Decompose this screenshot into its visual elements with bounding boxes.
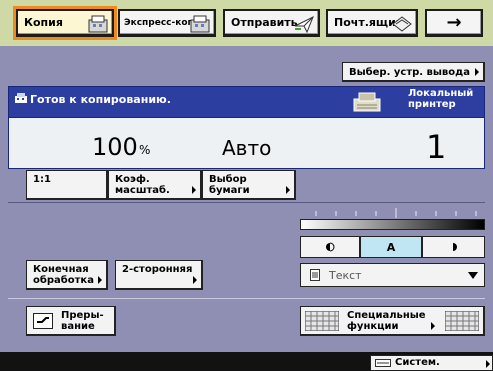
status-message: Готов к копированию. [30, 93, 171, 106]
divider [8, 202, 485, 203]
one-to-one-button[interactable]: 1:1 [26, 170, 108, 200]
interrupt-label-line1: Преры- [61, 310, 104, 321]
special-features-button[interactable]: Специальные функции [300, 306, 485, 336]
tab-express-copy[interactable]: Экспресс-коп. [118, 9, 216, 37]
tab-mailbox[interactable]: Почт.ящик [326, 9, 418, 37]
printer-name-line1: Локальный [408, 88, 474, 99]
system-monitor-button[interactable]: Систем. монитор [370, 355, 493, 371]
finishing-label-line2: обработка [33, 275, 94, 286]
monitor-icon [375, 359, 391, 367]
zoom-ratio-label-line1: Коэф. [115, 174, 150, 185]
tab-express-copy-label: Экспресс-коп. [124, 17, 198, 28]
interrupt-button[interactable]: Преры- вание [26, 306, 116, 336]
tab-next[interactable]: → [425, 9, 483, 37]
duplex-button[interactable]: 2-сторонняя [115, 260, 203, 290]
paper-size-value: Авто [222, 136, 272, 160]
chevron-right-icon [486, 360, 490, 368]
chevron-right-icon [286, 186, 290, 194]
document-icon [310, 269, 320, 281]
chevron-right-icon [475, 68, 479, 76]
tab-copy-label: Копия [24, 16, 63, 29]
density-auto-button[interactable]: A [360, 236, 422, 258]
paper-select-button[interactable]: Выбор бумаги [202, 170, 296, 200]
original-type-value: Текст [329, 268, 362, 282]
printer-icon [353, 92, 381, 112]
chevron-right-icon [431, 322, 435, 330]
finishing-label-line1: Конечная [33, 264, 89, 275]
paper-plane-icon [294, 15, 314, 34]
darker-icon [452, 243, 457, 251]
tab-copy[interactable]: Копия [13, 6, 117, 40]
copy-count-value: 1 [426, 128, 447, 166]
paper-select-label-line1: Выбор [209, 174, 247, 185]
one-to-one-label: 1:1 [33, 174, 51, 185]
pattern-icon [445, 311, 479, 331]
select-output-device-button[interactable]: Выбер. устр. вывода [342, 62, 485, 82]
tab-send-label: Отправить [231, 16, 298, 29]
chevron-right-icon [192, 186, 196, 194]
tab-send[interactable]: Отправить [223, 9, 320, 37]
system-monitor-label: Систем. монитор [395, 357, 444, 371]
inbox-tray-icon [392, 16, 412, 32]
original-type-dropdown[interactable]: Текст [300, 263, 485, 287]
interrupt-icon [33, 313, 53, 329]
density-darker-button[interactable] [422, 236, 485, 258]
interrupt-label-line2: вание [61, 321, 95, 332]
printer-name: Локальный принтер [408, 88, 473, 110]
duplex-label: 2-сторонняя [122, 264, 193, 275]
pattern-icon [305, 311, 339, 331]
divider [8, 298, 485, 299]
paper-select-label-line2: бумаги [209, 185, 250, 196]
copier-icon [88, 15, 108, 33]
printer-name-line2: принтер [408, 99, 456, 110]
density-auto-label: A [386, 240, 396, 254]
density-gradient-bar [300, 219, 485, 230]
density-lighter-button[interactable] [300, 236, 360, 258]
zoom-ratio-button[interactable]: Коэф. масштаб. [108, 170, 202, 200]
copy-ratio-value: 100 [92, 133, 138, 161]
finishing-button[interactable]: Конечная обработка [26, 260, 108, 290]
dropdown-arrow-icon [468, 272, 478, 279]
density-scale-ticks [315, 208, 477, 218]
chevron-right-icon [98, 276, 102, 284]
lighter-icon [326, 242, 335, 252]
zoom-ratio-label-line2: масштаб. [115, 185, 170, 196]
copier-icon [190, 15, 210, 33]
arrow-right-icon: → [446, 12, 462, 33]
chevron-right-icon [193, 276, 197, 284]
copier-status-icon [15, 93, 27, 103]
select-output-device-label: Выбер. устр. вывода [349, 67, 470, 78]
copy-ratio-unit: % [139, 143, 151, 157]
